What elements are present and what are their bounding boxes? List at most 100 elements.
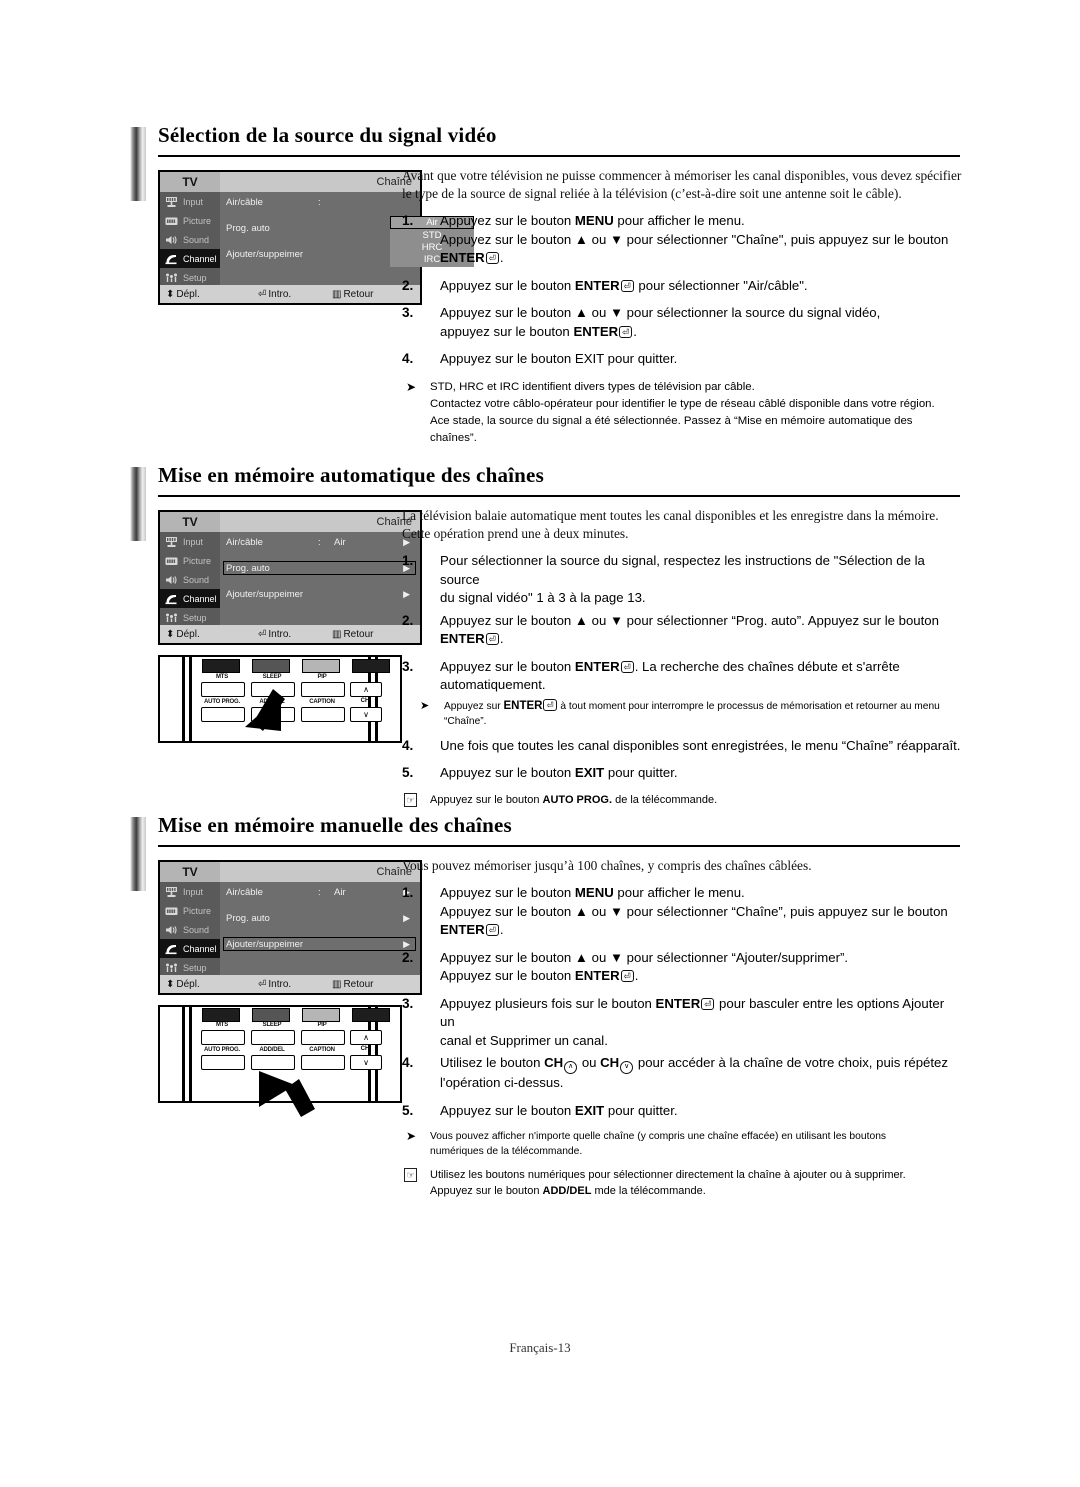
heading-rule [158, 495, 960, 497]
step-text: Appuyez plusieurs fois sur le bouton [440, 995, 656, 1011]
sound-icon [163, 233, 180, 247]
remote-color-button[interactable] [302, 659, 340, 673]
section1-steps: 1. Appuyez sur le bouton MENU pour affic… [402, 212, 962, 369]
remote-label-auto-prog: AUTO PROG. [204, 1047, 240, 1053]
remote-color-button[interactable] [202, 1008, 240, 1022]
osd-tv-label: TV [160, 862, 220, 882]
step-text: Appuyez sur le bouton [440, 213, 575, 228]
remote-channel-up-button[interactable]: ∧ [350, 1030, 382, 1045]
step-item: 2. Appuyez sur le bouton ▲ ou ▼ pour sél… [402, 949, 962, 986]
step-item: 2. Appuyez sur le bouton ▲ ou ▼ pour sél… [402, 612, 962, 649]
remote-channel-down-button[interactable]: ∨ [350, 707, 382, 722]
channel-up-icon: ∧ [564, 1061, 578, 1074]
note-bold: AUTO PROG. [542, 793, 613, 806]
remote-color-button[interactable] [202, 659, 240, 673]
osd-sidebar-label: Picture [183, 555, 212, 566]
osd-sidebar-item-sound[interactable]: Sound [160, 230, 220, 249]
step-number: 4. [402, 1055, 414, 1070]
osd-option-label: Air/câble [226, 197, 263, 208]
section3-steps: 1. Appuyez sur le bouton MENU pour affic… [402, 884, 962, 1120]
section-manual-store: Mise en mémoire manuelle des chaînes TV … [130, 813, 960, 1197]
remote-color-button[interactable] [302, 1008, 340, 1022]
remote-label-ch: CH [360, 698, 370, 704]
step-text: pour quitter. [604, 765, 678, 780]
input-icon [163, 535, 180, 549]
osd-sidebar-item-channel[interactable]: Channel [160, 589, 220, 608]
osd-sidebar-item-sound[interactable]: Sound [160, 570, 220, 589]
remote-channel-down-button[interactable]: ∨ [350, 1055, 382, 1070]
osd-sidebar-item-picture[interactable]: Picture [160, 211, 220, 230]
osd-hint-move: ⬍ Dépl. [166, 285, 200, 303]
remote-color-button[interactable] [252, 1008, 290, 1022]
remote-hint-note: ☞ Utilisez les boutons numériques pour s… [402, 1167, 962, 1199]
remote-button-pip[interactable] [301, 1030, 345, 1045]
osd-option-row[interactable]: Air/câble : Air ▶ [226, 537, 420, 550]
note-item: ➤ STD, HRC et IRC identifient divers typ… [402, 379, 962, 447]
remote-channel-up-button[interactable]: ∧ [350, 682, 382, 697]
osd-sidebar-item-channel[interactable]: Channel [160, 249, 220, 268]
channel-down-icon: ∨ [620, 1061, 634, 1074]
osd-option-row[interactable]: Ajouter/suppeimer ▶ [226, 589, 420, 602]
osd-option-value: Air [334, 537, 346, 548]
step-line: Appuyez sur le bouton ENTER ⏎. [440, 967, 962, 986]
osd-option-row[interactable]: Air/câble : Air ▶ [226, 887, 420, 900]
osd-sidebar-label: Sound [183, 924, 210, 935]
osd-sidebar-label: Sound [183, 574, 210, 585]
step-text: Appuyez sur le bouton [440, 885, 575, 900]
step-bold: EXIT [574, 765, 605, 780]
step-text: appuyez sur le bouton [440, 323, 574, 339]
osd-option-row-selected[interactable]: Ajouter/suppeimer ▶ [223, 937, 420, 952]
step-item: 2. Appuyez sur le bouton ENTER ⏎ pour sél… [402, 277, 962, 296]
osd-option-row[interactable]: Prog. auto ▶ [226, 913, 420, 926]
section1-header: Sélection de la source du signal vidéo [130, 123, 960, 201]
step-line: Appuyez sur le bouton ▲ ou ▼ pour sélect… [440, 903, 962, 940]
enter-key-icon: ⏎ [543, 698, 557, 711]
osd-option-row[interactable]: Air/câble : [226, 197, 420, 210]
remote-color-button[interactable] [352, 659, 390, 673]
remote-button-pip[interactable] [301, 682, 345, 697]
osd-sidebar-item-input[interactable]: Input [160, 532, 220, 551]
remote-color-button[interactable] [352, 1008, 390, 1022]
step-bold: ENTER [440, 631, 485, 646]
setup-icon [163, 961, 180, 975]
remote-rail [189, 657, 192, 741]
osd-sidebar-item-picture[interactable]: Picture [160, 551, 220, 570]
remote-button-caption[interactable] [301, 707, 345, 722]
osd-option-row-selected[interactable]: Prog. auto ▶ [223, 561, 420, 576]
osd-option-colon: : [318, 197, 321, 208]
note-item: ➤ Vous pouvez afficher n'importe quelle … [402, 1129, 962, 1159]
pointer-cursor-icon [259, 1071, 315, 1117]
section3-text: Vous pouvez mémoriser jusqu’à 100 chaîne… [402, 857, 962, 1199]
heading-accent-bar [130, 817, 146, 891]
osd-sidebar: Input Picture Sound Channel Setup [160, 882, 220, 975]
step-line: Appuyez sur le bouton ▲ ou ▼ pour sélect… [440, 949, 849, 965]
note-text: Appuyez sur le bouton [430, 793, 543, 806]
remote-button-auto-prog[interactable] [201, 1055, 245, 1070]
step-bold: ENTER [440, 250, 485, 265]
osd-menu-section2: TV Chaîne Input Picture Sound Channel Se… [158, 510, 422, 645]
remote-label-sleep: SLEEP [262, 1022, 282, 1028]
picture-icon [163, 904, 180, 918]
note-line: Ace stade, la source du signal a été sél… [430, 414, 913, 444]
osd-bottom-bar: ⬍ Dépl. ⏎ Intro. ▥ Retour [160, 285, 420, 303]
step-text: . [499, 922, 504, 937]
step-number: 4. [402, 737, 414, 753]
osd-sidebar-item-channel[interactable]: Channel [160, 939, 220, 958]
step-line: l'opération ci-dessus. [440, 1075, 564, 1090]
osd-sidebar-item-sound[interactable]: Sound [160, 920, 220, 939]
osd-option-label: Prog. auto [226, 913, 270, 924]
step-line: Appuyez plusieurs fois sur le bouton ENT… [440, 995, 962, 1032]
osd-sidebar-item-picture[interactable]: Picture [160, 901, 220, 920]
step-item: 5. Appuyez sur le bouton EXIT pour quitt… [402, 1102, 962, 1121]
remote-color-button[interactable] [252, 659, 290, 673]
osd-sidebar-item-input[interactable]: Input [160, 882, 220, 901]
osd-sidebar-item-input[interactable]: Input [160, 192, 220, 211]
remote-button-sleep[interactable] [251, 1030, 295, 1045]
step-text: pour afficher le menu. [613, 885, 745, 900]
channel-icon [163, 252, 180, 266]
osd-hint-label: Retour [343, 288, 374, 300]
osd-hint-return: ▥ Retour [332, 285, 373, 303]
osd-tv-label: TV [160, 172, 220, 192]
step-line: Appuyez sur le bouton ENTER ⏎. La recherc… [440, 658, 962, 695]
remote-button-mts[interactable] [201, 1030, 245, 1045]
